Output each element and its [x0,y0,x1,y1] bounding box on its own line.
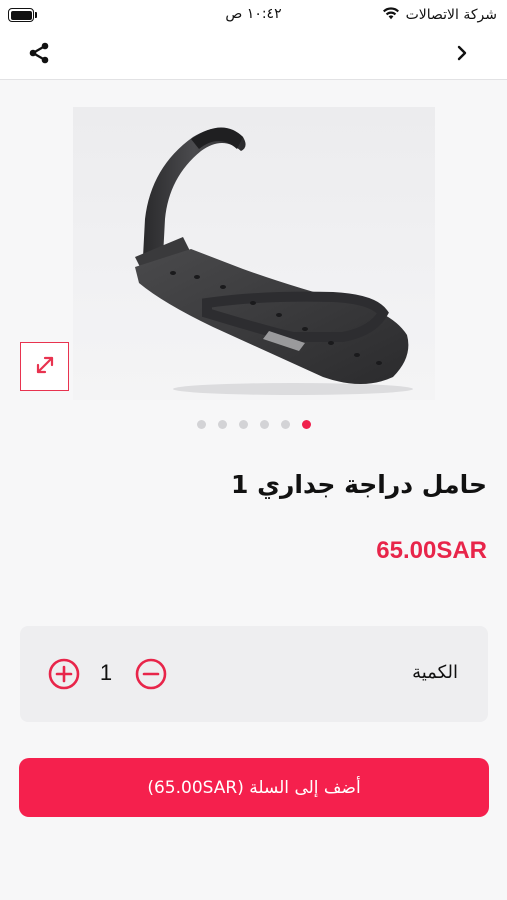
nav-bar [0,30,507,80]
status-time: ١٠:٤٢ ص [225,6,282,22]
share-button[interactable] [22,40,56,70]
add-to-cart-button[interactable]: أضف إلى السلة (65.00SAR) [19,758,489,817]
pagination-dot-active[interactable] [301,420,311,429]
quantity-card: الكمية 1 [20,626,488,722]
pagination-dot[interactable] [280,420,290,429]
quantity-label: الكمية [412,662,458,683]
back-button[interactable] [447,40,477,70]
pagination-dot[interactable] [238,420,248,429]
chevron-right-icon [455,44,469,66]
product-title: حامل دراجة جداري 1 [230,470,487,499]
expand-arrows-icon [33,353,57,381]
product-gallery[interactable] [0,80,507,440]
minus-circle-icon [135,658,167,694]
product-screen: شركة الاتصالات ١٠:٤٢ ص حامل دراجة جداري … [0,0,507,900]
pagination-dot[interactable] [196,420,206,429]
expand-image-button[interactable] [20,342,69,391]
pagination-dot[interactable] [259,420,269,429]
pagination-dot[interactable] [217,420,227,429]
battery-icon [8,8,38,22]
plus-circle-icon [48,658,80,694]
product-price: 65.00SAR [376,537,487,564]
share-icon [27,41,51,69]
quantity-value: 1 [99,660,113,685]
quantity-decrease-button[interactable] [135,658,167,690]
quantity-increase-button[interactable] [48,658,80,690]
product-image[interactable] [73,107,435,400]
gallery-pagination [0,420,507,429]
status-bar: شركة الاتصالات ١٠:٤٢ ص [0,0,507,30]
